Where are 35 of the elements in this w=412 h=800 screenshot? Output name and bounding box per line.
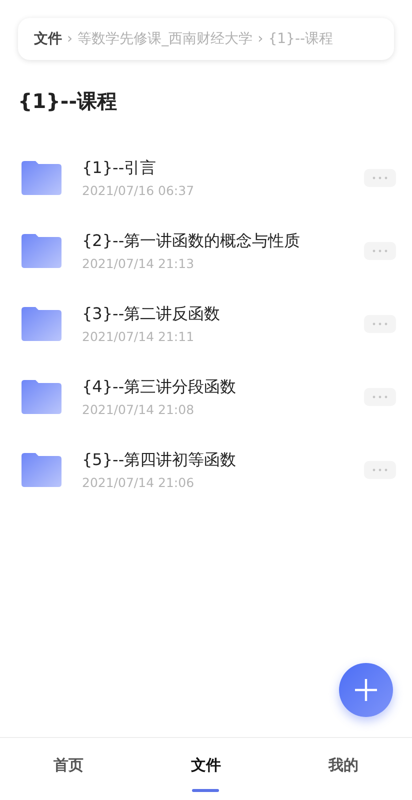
folder-icon	[21, 380, 62, 414]
more-icon	[372, 394, 388, 398]
active-indicator	[192, 789, 220, 792]
more-icon	[372, 468, 388, 472]
folder-icon	[21, 234, 62, 268]
nav-tab[interactable]: 文件	[137, 738, 275, 800]
file-name[interactable]: {5}--第四讲初等函数	[82, 450, 364, 470]
nav-tab[interactable]: 首页	[0, 738, 138, 800]
plus-icon	[354, 678, 378, 702]
nav-tab[interactable]: 我的	[274, 738, 412, 800]
more-icon	[372, 322, 388, 326]
chevron-separator: ›	[258, 31, 264, 47]
more-button[interactable]	[364, 388, 396, 406]
file-date: 2021/07/14 21:11	[82, 328, 196, 344]
file-date: 2021/07/14 21:08	[82, 402, 196, 416]
file-date: 2021/07/14 21:13	[82, 256, 196, 270]
more-icon	[372, 248, 388, 252]
folder-icon	[21, 160, 62, 194]
folder-icon	[21, 452, 62, 486]
file-name[interactable]: {4}--第三讲分段函数	[82, 376, 364, 398]
breadcrumb-link[interactable]: 文件	[34, 30, 62, 48]
folder-title: {1}--课程	[18, 88, 118, 115]
more-button[interactable]	[364, 314, 396, 332]
file-name[interactable]: {2}--第一讲函数的概念与性质	[82, 230, 364, 252]
file-date: 2021/07/14 21:06	[82, 474, 196, 490]
file-name[interactable]: {3}--第二讲反函数	[82, 304, 364, 324]
more-button[interactable]	[364, 168, 396, 186]
more-icon	[372, 176, 388, 180]
more-button[interactable]	[364, 460, 396, 478]
file-date: 2021/07/16 06:37	[82, 182, 196, 198]
file-name[interactable]: {1}--引言	[82, 158, 364, 178]
more-button[interactable]	[364, 242, 396, 260]
folder-icon	[21, 306, 62, 340]
chevron-separator: ›	[67, 31, 73, 47]
add-button[interactable]	[339, 663, 393, 717]
